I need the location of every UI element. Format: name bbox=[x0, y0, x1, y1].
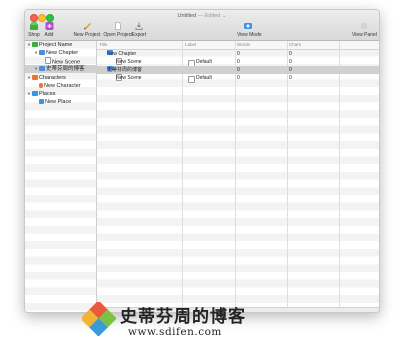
row-words: 0 bbox=[237, 51, 240, 57]
binder-sidebar: ▼ Project Name ▼ New Chapter New Scene ▼ 史蒂… bbox=[25, 41, 105, 312]
document-icon bbox=[115, 22, 121, 30]
view-panel-label: View Panel bbox=[352, 32, 377, 38]
column-header-label[interactable]: Label bbox=[185, 42, 196, 47]
add-label: Add bbox=[44, 32, 54, 38]
sidebar-item-label: Characters bbox=[39, 75, 66, 81]
view-mode-button[interactable]: View Mode bbox=[237, 22, 262, 38]
sidebar-item-project[interactable]: ▼ Project Name bbox=[25, 41, 98, 49]
app-window: Untitled — Edited ⌄ Shop Add New Project bbox=[24, 9, 380, 313]
row-chars: 0 bbox=[289, 67, 292, 73]
places-icon bbox=[32, 90, 38, 96]
pencil-icon bbox=[83, 23, 91, 30]
add-icon bbox=[45, 22, 53, 30]
sidebar-item-blog-chapter[interactable]: ▼ 史蒂芬周的博客 bbox=[25, 65, 105, 73]
view-panel-button[interactable]: View Panel bbox=[352, 22, 377, 38]
row-label[interactable]: Default bbox=[196, 74, 212, 82]
export-button[interactable]: Export bbox=[130, 22, 148, 38]
house-icon bbox=[39, 98, 44, 104]
window-title-text: Untitled bbox=[177, 13, 197, 19]
sidebar-item-label: Project Name bbox=[39, 42, 73, 48]
person-icon bbox=[39, 82, 43, 88]
view-mode-icon bbox=[244, 23, 252, 29]
watermark-title: 史蒂芬周的博客 bbox=[120, 307, 246, 327]
row-chars: 0 bbox=[289, 75, 292, 81]
open-project-button[interactable]: Open Project bbox=[103, 22, 133, 38]
add-button[interactable]: Add bbox=[42, 22, 56, 38]
export-label: Export bbox=[131, 32, 147, 38]
open-project-label: Open Project bbox=[103, 32, 133, 38]
window-title: Untitled — Edited ⌄ bbox=[25, 13, 379, 19]
table-row[interactable]: New Scene Default 0 0 bbox=[97, 58, 379, 67]
sidebar-item-label: 史蒂芬周的博客 bbox=[46, 66, 85, 72]
sidebar-item-label: Places bbox=[39, 91, 56, 97]
chapter-icon bbox=[39, 49, 45, 55]
shop-button[interactable]: Shop bbox=[27, 22, 41, 38]
column-header-chars[interactable]: Chars bbox=[289, 42, 301, 47]
row-words: 0 bbox=[237, 59, 240, 65]
watermark-logo-icon bbox=[82, 302, 116, 336]
watermark-url: www.sdifen.com bbox=[128, 326, 222, 338]
sidebar-item-label: New Character bbox=[44, 83, 81, 89]
title-bar: Untitled — Edited ⌄ Shop Add New Project bbox=[25, 10, 379, 41]
label-checkbox[interactable] bbox=[188, 75, 195, 83]
table-header: Title Label Words Chars bbox=[97, 41, 379, 50]
row-words: 0 bbox=[237, 67, 240, 73]
new-project-label: New Project bbox=[73, 32, 101, 38]
watermark: 史蒂芬周的博客 www.sdifen.com bbox=[82, 300, 322, 340]
new-project-button[interactable]: New Project bbox=[72, 22, 102, 38]
scene-icon bbox=[45, 57, 51, 64]
sidebar-item-places[interactable]: ▼ Places bbox=[25, 90, 98, 98]
outline-table: Title Label Words Chars New Chapter 0 0 … bbox=[97, 41, 379, 307]
shop-icon bbox=[30, 22, 38, 30]
sidebar-panel-icon bbox=[361, 23, 367, 29]
row-label[interactable]: Default bbox=[196, 58, 212, 66]
export-icon bbox=[135, 22, 143, 30]
chapter-icon bbox=[39, 65, 45, 71]
row-words: 0 bbox=[237, 75, 240, 81]
sidebar-item-label: New Chapter bbox=[46, 50, 79, 56]
sidebar-item-label: New Place bbox=[45, 99, 72, 105]
table-row[interactable]: New Scene Default 0 0 bbox=[97, 74, 379, 83]
edited-indicator[interactable]: — Edited ⌄ bbox=[198, 13, 227, 19]
table-row[interactable]: New Chapter 0 0 bbox=[97, 50, 379, 58]
view-mode-label: View Mode bbox=[237, 32, 262, 38]
table-row[interactable]: 史蒂芬周的博客 0 0 bbox=[97, 66, 379, 74]
shop-label: Shop bbox=[28, 32, 40, 38]
column-header-title[interactable]: Title bbox=[99, 42, 107, 47]
row-chars: 0 bbox=[289, 59, 292, 65]
sidebar-item-chapter[interactable]: ▼ New Chapter bbox=[25, 49, 105, 57]
sidebar-item-characters[interactable]: ▼ Characters bbox=[25, 74, 98, 82]
column-header-words[interactable]: Words bbox=[237, 42, 250, 47]
row-chars: 0 bbox=[289, 51, 292, 57]
project-icon bbox=[32, 41, 38, 47]
characters-icon bbox=[32, 74, 38, 80]
